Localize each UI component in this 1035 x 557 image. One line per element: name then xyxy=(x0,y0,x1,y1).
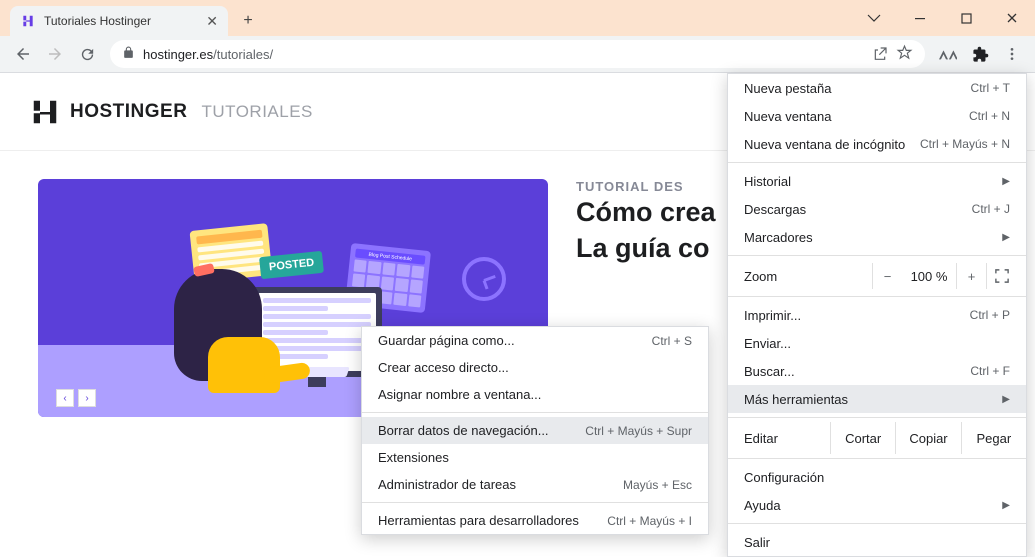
menu-edit-row: Editar Cortar Copiar Pegar xyxy=(728,422,1026,454)
edit-label: Editar xyxy=(728,422,830,454)
site-logo[interactable]: HOSTINGER TUTORIALES xyxy=(30,97,313,127)
menu-new-window[interactable]: Nueva ventanaCtrl + N xyxy=(728,102,1026,130)
menu-help[interactable]: Ayuda▶ xyxy=(728,491,1026,519)
zoom-value: 100 % xyxy=(902,269,956,284)
menu-more-tools[interactable]: Más herramientas▶ xyxy=(728,385,1026,413)
chrome-main-menu: Nueva pestañaCtrl + T Nueva ventanaCtrl … xyxy=(727,73,1027,557)
zoom-out-button[interactable]: − xyxy=(872,263,902,289)
titlebar: Tutoriales Hostinger ✕ + xyxy=(0,0,1035,36)
window-close-icon[interactable] xyxy=(989,0,1035,36)
submenu-clear-browsing-data[interactable]: Borrar datos de navegación...Ctrl + Mayú… xyxy=(362,417,708,444)
tab-close-icon[interactable]: ✕ xyxy=(206,13,218,30)
window-minimize-icon[interactable] xyxy=(897,0,943,36)
logo-icon xyxy=(30,97,60,127)
window-maximize-icon[interactable] xyxy=(943,0,989,36)
menu-downloads[interactable]: DescargasCtrl + J xyxy=(728,195,1026,223)
logo-section: TUTORIALES xyxy=(201,102,312,122)
back-button[interactable] xyxy=(8,39,38,69)
new-tab-button[interactable]: + xyxy=(234,7,262,35)
menu-zoom-row: Zoom − 100 % + xyxy=(728,260,1026,292)
address-bar[interactable]: hostinger.es/tutoriales/ xyxy=(110,40,925,68)
submenu-extensions[interactable]: Extensiones xyxy=(362,444,708,471)
toolbar: hostinger.es/tutoriales/ xyxy=(0,36,1035,73)
reload-button[interactable] xyxy=(72,39,102,69)
article-headline: Cómo crea La guía co xyxy=(576,194,716,267)
submenu-dev-tools[interactable]: Herramientas para desarrolladoresCtrl + … xyxy=(362,507,708,534)
bookmark-star-icon[interactable] xyxy=(896,44,913,64)
url-text: hostinger.es/tutoriales/ xyxy=(143,47,273,62)
menu-new-tab[interactable]: Nueva pestañaCtrl + T xyxy=(728,74,1026,102)
forward-button[interactable] xyxy=(40,39,70,69)
submenu-save-as[interactable]: Guardar página como...Ctrl + S xyxy=(362,327,708,354)
edit-copy[interactable]: Copiar xyxy=(895,422,960,454)
carousel-next[interactable]: › xyxy=(78,389,96,407)
menu-print[interactable]: Imprimir...Ctrl + P xyxy=(728,301,1026,329)
submenu-task-manager[interactable]: Administrador de tareasMayús + Esc xyxy=(362,471,708,498)
menu-history[interactable]: Historial▶ xyxy=(728,167,1026,195)
window-tabsearch-icon[interactable] xyxy=(851,0,897,36)
edit-paste[interactable]: Pegar xyxy=(961,422,1026,454)
zoom-in-button[interactable]: + xyxy=(956,263,986,289)
menu-settings[interactable]: Configuración xyxy=(728,463,1026,491)
menu-bookmarks[interactable]: Marcadores▶ xyxy=(728,223,1026,251)
tab-title: Tutoriales Hostinger xyxy=(44,14,198,28)
hero-carousel-nav: ‹ › xyxy=(56,389,96,407)
browser-tab[interactable]: Tutoriales Hostinger ✕ xyxy=(10,6,228,36)
kebab-menu-icon[interactable] xyxy=(997,39,1027,69)
window-controls xyxy=(851,0,1035,36)
logo-text: HOSTINGER xyxy=(70,101,187,123)
more-tools-submenu: Guardar página como...Ctrl + S Crear acc… xyxy=(361,326,709,535)
menu-cast[interactable]: Enviar... xyxy=(728,329,1026,357)
zoom-label: Zoom xyxy=(744,269,872,284)
submenu-name-window[interactable]: Asignar nombre a ventana... xyxy=(362,381,708,408)
reader-icon[interactable] xyxy=(933,39,963,69)
extensions-icon[interactable] xyxy=(965,39,995,69)
edit-cut[interactable]: Cortar xyxy=(830,422,895,454)
menu-exit[interactable]: Salir xyxy=(728,528,1026,556)
article-kicker: TUTORIAL DES xyxy=(576,179,716,194)
menu-incognito[interactable]: Nueva ventana de incógnitoCtrl + Mayús +… xyxy=(728,130,1026,158)
carousel-prev[interactable]: ‹ xyxy=(56,389,74,407)
submenu-create-shortcut[interactable]: Crear acceso directo... xyxy=(362,354,708,381)
lock-icon[interactable] xyxy=(122,46,135,62)
menu-find[interactable]: Buscar...Ctrl + F xyxy=(728,357,1026,385)
illus-clock-icon xyxy=(462,257,506,301)
illus-person xyxy=(168,265,276,387)
fullscreen-button[interactable] xyxy=(986,263,1016,289)
tab-favicon xyxy=(20,13,36,29)
share-icon[interactable] xyxy=(872,46,888,62)
